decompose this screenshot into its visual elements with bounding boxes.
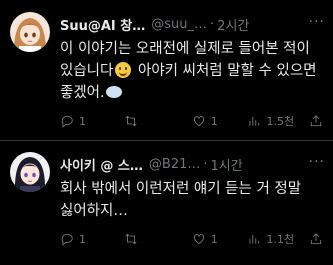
share-icon — [310, 115, 322, 127]
separator-dot: · — [210, 16, 215, 32]
reply-button[interactable]: 1 — [60, 232, 124, 246]
views-button[interactable]: 1.1천 — [247, 231, 309, 247]
avatar[interactable] — [10, 12, 50, 52]
tweet-text: 회사 밖에서 이런저런 얘기 듣는 거 정말 싫어하지… — [60, 181, 302, 219]
share-button[interactable] — [309, 232, 323, 246]
user-handle[interactable]: @suu_… — [151, 17, 207, 32]
reply-count: 1 — [79, 114, 86, 128]
reply-icon — [61, 115, 73, 128]
tweet-header: 사이키 @ 스… @B21… · 1시간 ··· — [60, 154, 325, 174]
reply-count: 1 — [79, 232, 86, 246]
share-button[interactable] — [309, 114, 323, 128]
display-name[interactable]: 사이키 @ 스… — [60, 155, 143, 174]
user-handle[interactable]: @B21… — [149, 157, 200, 172]
action-bar: 1 1 1.5천 — [60, 112, 323, 130]
reply-icon — [61, 233, 73, 246]
action-bar: 1 1 1.1천 — [60, 230, 323, 248]
share-icon — [310, 233, 322, 245]
separator-dot: · — [203, 156, 208, 172]
tweet-saiki[interactable]: 사이키 @ 스… @B21… · 1시간 ··· 회사 밖에서 이런저런 얘기 … — [0, 140, 333, 265]
views-count: 1.5천 — [266, 115, 295, 128]
like-button[interactable]: 1 — [192, 114, 248, 128]
like-count: 1 — [210, 114, 218, 128]
retweet-button[interactable] — [124, 232, 191, 246]
like-count: 1 — [210, 232, 218, 246]
more-options-icon[interactable]: ··· — [309, 14, 325, 30]
smile-emoji-icon — [115, 62, 132, 78]
views-icon — [249, 116, 260, 126]
like-icon — [193, 234, 204, 245]
retweet-icon — [125, 115, 137, 127]
views-count: 1.1천 — [266, 233, 295, 246]
display-name[interactable]: Suu@AI 창… — [60, 15, 145, 34]
avatar[interactable] — [10, 152, 50, 192]
retweet-button[interactable] — [124, 114, 191, 128]
tweet-header: Suu@AI 창… @suu_… · 2시간 ··· — [60, 14, 325, 34]
like-icon — [193, 116, 204, 127]
tweet-suu[interactable]: Suu@AI 창… @suu_… · 2시간 ··· 이 이야기는 오래전에 실… — [0, 0, 333, 140]
timestamp[interactable]: 1시간 — [211, 155, 243, 174]
timestamp[interactable]: 2시간 — [217, 15, 249, 34]
reply-button[interactable]: 1 — [60, 114, 124, 128]
like-button[interactable]: 1 — [192, 232, 248, 246]
tweet-text: 이 이야기는 오래전에 실제로 들어본 적이 있습니다 아야키 씨처럼 말할 수… — [60, 38, 319, 104]
more-options-icon[interactable]: ··· — [309, 154, 325, 170]
retweet-icon — [125, 233, 137, 245]
views-icon — [249, 234, 260, 244]
speech-bubble-emoji-icon — [105, 86, 122, 98]
views-button[interactable]: 1.5천 — [247, 113, 309, 129]
